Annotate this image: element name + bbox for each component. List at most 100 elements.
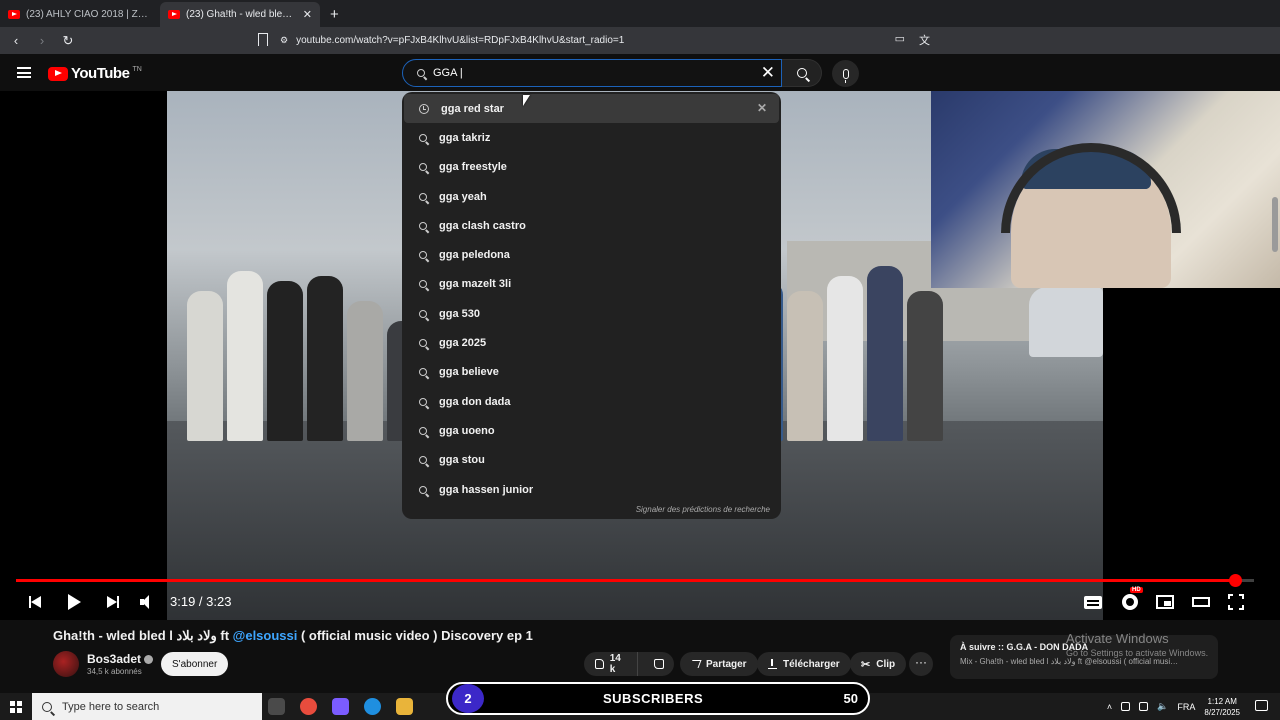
close-tab-icon[interactable]: ✕: [303, 8, 312, 21]
suggestion-text: gga takriz: [439, 131, 491, 144]
download-icon: [768, 659, 777, 669]
more-actions-button[interactable]: ···: [909, 652, 933, 676]
play-icon: [67, 594, 81, 610]
miniplayer-button[interactable]: [1155, 590, 1175, 614]
share-button[interactable]: Partager: [680, 652, 758, 676]
tab-title: (23) AHLY CIAO 2018 | Zapatista Espe: [26, 9, 152, 20]
suggestion-item[interactable]: gga don dada: [402, 387, 781, 416]
suggestion-item[interactable]: gga clash castro: [402, 211, 781, 240]
settings-button[interactable]: HD: [1120, 587, 1143, 614]
volume-tray-icon[interactable]: 🔈: [1157, 701, 1168, 712]
edge-icon[interactable]: [364, 698, 381, 715]
suggestion-item[interactable]: gga red star ✕: [404, 94, 779, 124]
clip-label: Clip: [876, 658, 896, 670]
activate-windows-watermark: Activate Windows Go to Settings to activ…: [1066, 631, 1208, 658]
suggestion-item[interactable]: gga uoeno: [402, 416, 781, 445]
remove-suggestion-icon[interactable]: ✕: [757, 101, 767, 115]
next-button[interactable]: [105, 590, 121, 614]
search-icon: [417, 69, 425, 77]
clock[interactable]: 1:12 AM 8/27/2025: [1204, 696, 1240, 718]
file-explorer-icon[interactable]: [396, 698, 413, 715]
suggestion-item[interactable]: gga believe: [402, 358, 781, 387]
task-view-icon[interactable]: [268, 698, 285, 715]
search-button[interactable]: [782, 59, 822, 87]
clip-button[interactable]: ✂ Clip: [850, 652, 907, 676]
language-indicator[interactable]: FRA: [1177, 702, 1195, 712]
chrome-icon[interactable]: [300, 698, 317, 715]
translate-icon[interactable]: 文: [919, 32, 930, 48]
url-field[interactable]: ⚙ youtube.com/watch?v=pFJxB4KlhvU&list=R…: [280, 30, 930, 51]
reload-icon[interactable]: ↻: [58, 33, 78, 49]
dislike-button[interactable]: [644, 659, 674, 669]
address-bar: ‹ › ↻ ⚙ youtube.com/watch?v=pFJxB4KlhvU&…: [0, 27, 1280, 54]
site-info-icon[interactable]: ⚙: [280, 35, 288, 46]
bookmark-icon[interactable]: [258, 33, 268, 46]
scrubber-handle[interactable]: [1229, 574, 1243, 587]
download-button[interactable]: Télécharger: [757, 652, 851, 676]
browser-tab-active[interactable]: (23) Gha!th - wled bled l ولاد بلاد ✕: [160, 2, 320, 27]
taskbar-search[interactable]: Type here to search: [32, 693, 262, 720]
search-icon: [419, 368, 427, 377]
suggestion-text: gga stou: [439, 454, 485, 467]
new-tab-button[interactable]: +: [320, 6, 349, 27]
headset: [1001, 143, 1181, 233]
voice-search-button[interactable]: [832, 60, 859, 87]
fullscreen-button[interactable]: [1227, 590, 1245, 614]
subscribe-button[interactable]: S'abonner: [161, 652, 229, 676]
suggestion-item[interactable]: gga 530: [402, 299, 781, 328]
channel-name[interactable]: Bos3adet: [87, 652, 154, 666]
suggestion-item[interactable]: gga peledona: [402, 240, 781, 269]
search-icon: [419, 339, 427, 348]
clear-search-icon[interactable]: ✕: [761, 63, 775, 83]
previous-icon: [29, 596, 41, 608]
address-bar-actions: ▭ 文: [895, 32, 930, 48]
progress-bar[interactable]: [16, 574, 1254, 587]
suggestion-text: gga believe: [439, 366, 499, 379]
suggestion-item[interactable]: gga hassen junior: [402, 475, 781, 504]
channel-name-text: Bos3adet: [87, 652, 142, 666]
suggestion-text: gga hassen junior: [439, 483, 534, 496]
hamburger-menu-icon[interactable]: [17, 67, 31, 78]
system-tray: ˄ 🔈 FRA 1:12 AM 8/27/2025: [1107, 693, 1240, 720]
network-icon[interactable]: [1121, 702, 1131, 711]
suggestion-item[interactable]: gga stou: [402, 446, 781, 475]
search-icon: [419, 397, 427, 406]
title-mention-link[interactable]: @elsoussi: [233, 628, 298, 643]
subtitles-button[interactable]: [1083, 590, 1103, 614]
search-icon: [419, 309, 427, 318]
gear-icon: [1122, 594, 1138, 610]
like-button[interactable]: 14 k: [584, 652, 638, 676]
suggestion-item[interactable]: gga yeah: [402, 182, 781, 211]
search-box[interactable]: ✕: [402, 59, 782, 87]
battery-icon[interactable]: [1139, 702, 1149, 711]
browser-tab-strip: (23) AHLY CIAO 2018 | Zapatista Espe (23…: [0, 0, 1280, 27]
play-button[interactable]: [66, 590, 82, 614]
back-icon[interactable]: ‹: [6, 33, 26, 48]
youtube-logo[interactable]: YouTube TN: [48, 65, 142, 82]
report-predictions-link[interactable]: Signaler des prédictions de recherche: [636, 505, 770, 514]
theater-mode-button[interactable]: [1191, 590, 1211, 614]
suggestion-item[interactable]: gga takriz: [402, 123, 781, 152]
suggestion-item[interactable]: gga freestyle: [402, 153, 781, 182]
copilot-icon[interactable]: [332, 698, 349, 715]
search-icon: [419, 426, 427, 435]
cast-icon[interactable]: ▭: [895, 32, 905, 48]
mute-button[interactable]: [139, 590, 157, 614]
search-input[interactable]: [433, 67, 733, 79]
suggestion-item[interactable]: gga 2025: [402, 328, 781, 357]
page-scrollbar[interactable]: [1272, 197, 1278, 252]
show-hidden-icons[interactable]: ˄: [1107, 702, 1112, 712]
previous-button[interactable]: [27, 590, 43, 614]
microphone-icon: [842, 68, 849, 83]
forward-icon[interactable]: ›: [32, 33, 52, 48]
search-icon: [796, 68, 807, 78]
windows-start-icon[interactable]: [10, 701, 22, 713]
suggestion-item[interactable]: gga mazelt 3li: [402, 270, 781, 299]
notification-icon[interactable]: [1255, 700, 1268, 711]
subscriber-current-count: 2: [452, 684, 484, 713]
channel-avatar[interactable]: [53, 651, 79, 677]
browser-tab[interactable]: (23) AHLY CIAO 2018 | Zapatista Espe: [0, 2, 160, 27]
search-icon: [419, 280, 427, 289]
watermark-subtitle: Go to Settings to activate Windows.: [1066, 648, 1209, 658]
logo-region: TN: [132, 66, 142, 73]
